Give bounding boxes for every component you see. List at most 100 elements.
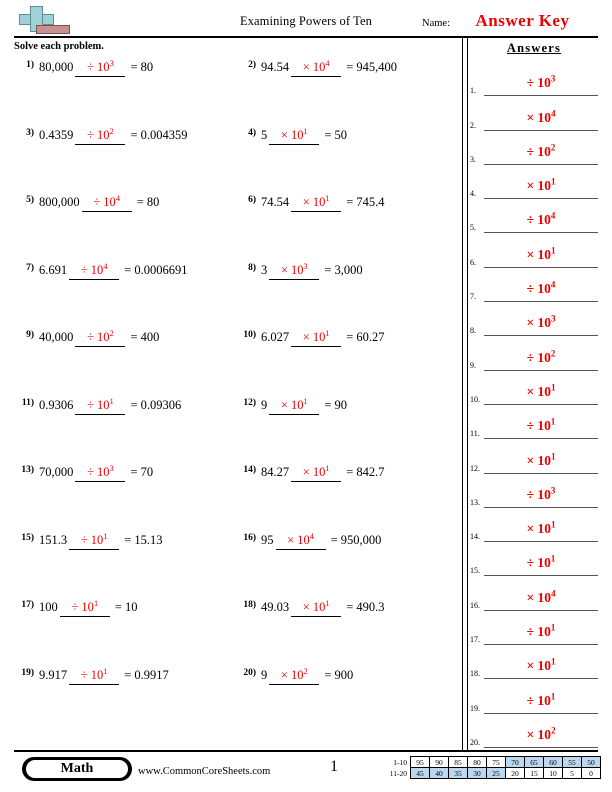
answer-blank-line[interactable]: × 101 [484, 519, 598, 543]
scale-row-label: 11-20 [389, 768, 407, 778]
problem-number: 4) [248, 127, 256, 138]
answer-blank[interactable]: × 101 [291, 194, 342, 212]
answer-blank[interactable]: × 102 [269, 667, 320, 685]
scale-row-label: 1-10 [393, 757, 407, 767]
problem-result: = 745.4 [343, 195, 385, 209]
answer-number: 3. [470, 154, 476, 164]
answer-blank-line[interactable]: ÷ 101 [484, 691, 598, 714]
answer-blank[interactable]: ÷ 104 [69, 262, 120, 280]
problem-expression: 9 × 102 = 900 [261, 667, 353, 685]
answer-blank[interactable]: ÷ 101 [75, 396, 126, 415]
answer-blank-line[interactable]: × 102 [484, 725, 598, 748]
blank-exponent: 1 [103, 531, 108, 541]
answer-value: ÷ 10 [526, 692, 551, 708]
answer-blank-line[interactable]: × 101 [484, 382, 598, 405]
answer-blank-line[interactable]: ÷ 101 [484, 622, 598, 646]
answer-blank-line[interactable]: × 104 [484, 588, 598, 611]
answer-blank-line[interactable]: ÷ 102 [484, 142, 598, 165]
answer-blank[interactable]: ÷ 102 [75, 127, 126, 145]
answer-blank[interactable]: × 101 [291, 599, 342, 617]
answer-blank-line[interactable]: × 101 [484, 176, 598, 200]
scale-cell: 60 [543, 756, 563, 768]
answer-value: ÷ 10 [526, 418, 551, 434]
answer-blank-line[interactable]: × 104 [484, 108, 598, 131]
answer-number: 9. [470, 360, 476, 370]
answer-blank[interactable]: ÷ 101 [69, 531, 120, 550]
problem-operand: 49.03 [261, 600, 290, 614]
answer-blank[interactable]: × 101 [269, 127, 320, 145]
problem-operand: 100 [39, 600, 58, 614]
answer-blank[interactable]: × 103 [269, 262, 320, 280]
answer-blank-line[interactable]: × 103 [484, 313, 598, 337]
blank-operator: × 10 [280, 127, 304, 142]
answer-blank[interactable]: × 104 [275, 532, 326, 550]
problem-number: 18) [243, 600, 256, 610]
problem-number: 19) [21, 667, 34, 678]
answer-blank[interactable]: × 104 [291, 59, 342, 77]
blank-operator: ÷ 10 [71, 600, 94, 614]
problem-item: 7) 6.691 ÷ 104 = 0.0006691 [14, 259, 236, 327]
answer-blank[interactable]: ÷ 102 [75, 329, 126, 347]
answer-number: 7. [470, 292, 476, 302]
problem-item: 10) 6.027 × 101 = 60.27 [236, 326, 458, 394]
answer-blank[interactable]: × 101 [291, 464, 342, 482]
answer-blank[interactable]: ÷ 101 [69, 667, 120, 685]
problem-number: 5) [26, 195, 34, 205]
problem-operand: 800,000 [39, 195, 80, 209]
problem-number: 17) [21, 600, 34, 610]
problem-number: 6) [248, 195, 256, 205]
answer-blank-line[interactable]: ÷ 104 [484, 210, 598, 234]
problem-operand: 94.54 [261, 60, 290, 74]
scale-cell: 40 [429, 767, 449, 779]
answer-blank[interactable]: × 101 [269, 397, 320, 415]
problem-expression: 5 × 101 = 50 [261, 127, 347, 145]
blank-operator: × 10 [280, 262, 304, 277]
answer-number: 8. [470, 326, 476, 336]
answer-blank[interactable]: ÷ 103 [75, 464, 126, 482]
problem-item: 19) 9.917 ÷ 101 = 0.9917 [14, 664, 236, 732]
problem-expression: 84.27 × 101 = 842.7 [261, 464, 385, 482]
blank-exponent: 1 [109, 396, 114, 406]
answer-blank-line[interactable]: ÷ 103 [484, 485, 598, 508]
problem-expression: 74.54 × 101 = 745.4 [261, 194, 385, 212]
scale-cell: 70 [505, 756, 525, 768]
problem-result: = 400 [127, 330, 160, 344]
answer-number: 11. [470, 429, 480, 439]
problem-item: 17) 100 ÷ 101 = 10 [14, 596, 236, 664]
answer-value: × 10 [526, 109, 552, 125]
blank-operator: × 10 [302, 600, 326, 614]
problem-operand: 74.54 [261, 195, 290, 209]
problem-item: 2) 94.54 × 104 = 945,400 [236, 56, 458, 124]
answer-blank-line[interactable]: × 101 [484, 451, 598, 474]
problem-result: = 945,400 [343, 60, 398, 74]
footer-divider-rule [14, 750, 598, 752]
answer-row: 18. × 101 [470, 645, 602, 680]
answer-blank-line[interactable]: ÷ 104 [484, 279, 598, 303]
answer-exponent: 3 [550, 485, 556, 496]
answer-number: 18. [470, 669, 480, 679]
answer-blank-line[interactable]: ÷ 103 [484, 73, 598, 97]
answer-blank-line[interactable]: × 101 [484, 656, 598, 680]
answer-exponent: 1 [551, 245, 556, 256]
answer-blank-line[interactable]: ÷ 101 [484, 553, 598, 577]
problem-row: 3) 0.4359 ÷ 102 = 0.004359 4) 5 × 101 = 50 [14, 124, 458, 192]
answer-blank-line[interactable]: ÷ 101 [484, 416, 598, 440]
answer-blank-line[interactable]: ÷ 102 [484, 348, 598, 371]
answer-exponent: 4 [550, 210, 556, 221]
answer-value: × 10 [526, 246, 552, 262]
answer-blank[interactable]: × 101 [291, 329, 342, 347]
answer-number: 16. [470, 600, 480, 610]
answer-blank[interactable]: ÷ 103 [75, 59, 126, 77]
header-divider-rule [14, 36, 598, 38]
answer-row: 1. ÷ 103 [470, 62, 602, 97]
page-header: Examining Powers of Ten Name: Answer Key [14, 6, 598, 38]
answer-row: 11. ÷ 101 [470, 405, 602, 440]
answer-row: 19. ÷ 101 [470, 679, 602, 714]
answer-blank[interactable]: ÷ 101 [59, 599, 110, 617]
answer-row: 8. × 103 [470, 302, 602, 337]
answer-value: × 10 [526, 726, 552, 742]
scale-cell: 55 [562, 756, 582, 768]
blank-exponent: 4 [115, 193, 120, 203]
answer-blank[interactable]: ÷ 104 [81, 193, 132, 212]
answer-blank-line[interactable]: × 101 [484, 245, 598, 268]
